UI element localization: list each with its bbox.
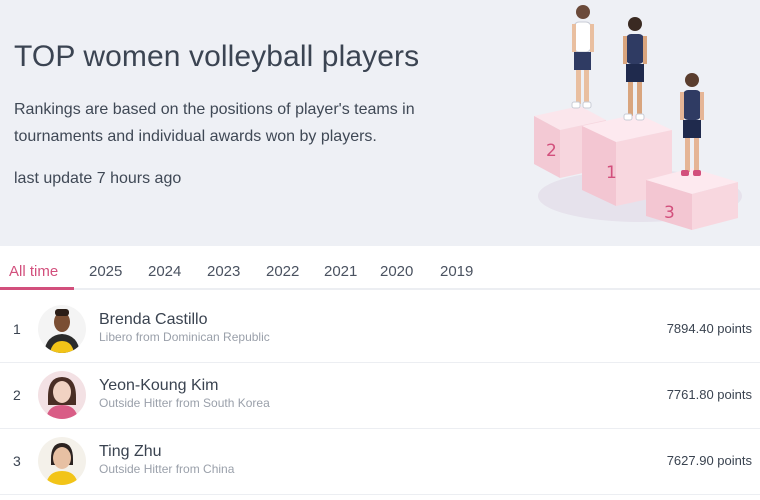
podium-illustration: 2 1 3 bbox=[534, 5, 742, 230]
player-description: Outside Hitter from South Korea bbox=[99, 396, 270, 410]
player-points: 7894.40 points bbox=[666, 321, 752, 336]
player-rank: 3 bbox=[13, 453, 21, 469]
player-points: 7761.80 points bbox=[666, 387, 752, 402]
player-name: Yeon-Koung Kim bbox=[99, 377, 219, 394]
player-row[interactable]: 1 Brenda Castillo Libero from Dominican … bbox=[0, 297, 760, 363]
player-points: 7627.90 points bbox=[666, 453, 752, 468]
tab-2025[interactable]: 2025 bbox=[89, 263, 122, 280]
tab-2022[interactable]: 2022 bbox=[266, 263, 299, 280]
player-description: Outside Hitter from China bbox=[99, 462, 235, 476]
tab-2019[interactable]: 2019 bbox=[440, 263, 473, 280]
tab-2023[interactable]: 2023 bbox=[207, 263, 240, 280]
year-tabs: All time 2025 2024 2023 2022 2021 2020 2… bbox=[0, 246, 760, 290]
last-update-label: last update 7 hours ago bbox=[14, 170, 182, 187]
page-description: Rankings are based on the positions of p… bbox=[14, 101, 415, 145]
player-row[interactable]: 2 Yeon-Koung Kim Outside Hitter from Sou… bbox=[0, 363, 760, 429]
player-figure-third bbox=[680, 73, 704, 176]
podium-label-2: 2 bbox=[546, 141, 557, 161]
page-title: TOP women volleyball players bbox=[14, 40, 420, 73]
tab-all-time[interactable]: All time bbox=[9, 263, 58, 280]
player-avatar bbox=[38, 371, 86, 419]
player-figure-second bbox=[571, 5, 594, 109]
player-rank: 1 bbox=[13, 321, 21, 337]
hero-banner: TOP women volleyball players Rankings ar… bbox=[0, 0, 760, 246]
player-avatar bbox=[38, 305, 86, 353]
podium-label-3: 3 bbox=[664, 203, 675, 223]
podium-label-1: 1 bbox=[606, 163, 617, 183]
tab-2021[interactable]: 2021 bbox=[324, 263, 357, 280]
player-name: Ting Zhu bbox=[99, 443, 162, 460]
player-avatar bbox=[38, 437, 86, 485]
player-rank: 2 bbox=[13, 387, 21, 403]
player-name: Brenda Castillo bbox=[99, 311, 208, 328]
player-row[interactable]: 3 Ting Zhu Outside Hitter from China 762… bbox=[0, 429, 760, 495]
tab-2020[interactable]: 2020 bbox=[380, 263, 413, 280]
player-figure-first bbox=[623, 17, 647, 121]
player-description: Libero from Dominican Republic bbox=[99, 330, 270, 344]
active-tab-indicator bbox=[0, 287, 74, 290]
tab-2024[interactable]: 2024 bbox=[148, 263, 181, 280]
